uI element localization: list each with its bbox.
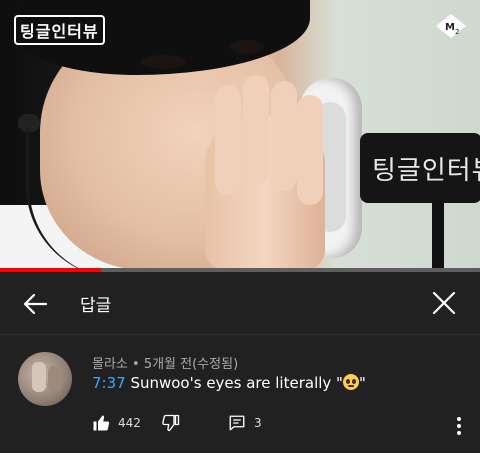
thumbs-up-icon: [92, 414, 110, 432]
comment-actions: 442 3: [92, 414, 472, 438]
arrow-left-icon[interactable]: [20, 289, 50, 319]
comment-text-part: ": [358, 374, 366, 392]
mic-stand: [432, 200, 444, 268]
thumbs-down-icon: [162, 414, 180, 432]
video-hand: [205, 75, 325, 268]
page-title: 답글: [80, 296, 112, 316]
dislike-button[interactable]: [162, 414, 180, 432]
mic-label: 팅글인터뷰: [372, 156, 480, 186]
like-button[interactable]: 442: [92, 414, 141, 432]
reply-button[interactable]: 3: [228, 414, 262, 432]
finger: [297, 95, 323, 205]
video-eye-left: [140, 55, 186, 69]
comment-text-part: Sunwoo's eyes are literally ": [125, 374, 343, 392]
reply-count: 3: [254, 416, 262, 430]
comment-author[interactable]: 몰라소: [92, 357, 128, 372]
meta-separator: •: [127, 357, 144, 372]
timestamp-link[interactable]: 7:37: [92, 374, 126, 392]
svg-text:M: M: [445, 22, 455, 33]
comment-meta: 몰라소 • 5개월 전(수정됨): [92, 353, 238, 372]
comment-time: 5개월 전(수정됨): [143, 357, 239, 372]
finger: [215, 85, 241, 195]
avatar[interactable]: [18, 352, 72, 406]
like-count: 442: [118, 416, 141, 430]
svg-text:2: 2: [455, 28, 459, 36]
reply-icon: [228, 414, 246, 432]
replies-header: 답글: [0, 272, 480, 335]
video-player[interactable]: 팅글인터뷰 팅글인터뷰 M 2: [0, 0, 480, 268]
video-eye-right: [230, 40, 264, 54]
comment-text: 7:37 Sunwoo's eyes are literally " ": [92, 374, 366, 392]
finger: [271, 81, 297, 191]
pleading-face-emoji-icon: [342, 374, 359, 390]
video-logo: 팅글인터뷰: [14, 15, 105, 45]
more-vert-icon[interactable]: [452, 414, 466, 438]
close-icon[interactable]: [430, 289, 458, 317]
m2-logo-icon: M 2: [434, 12, 468, 40]
finger: [243, 75, 269, 185]
